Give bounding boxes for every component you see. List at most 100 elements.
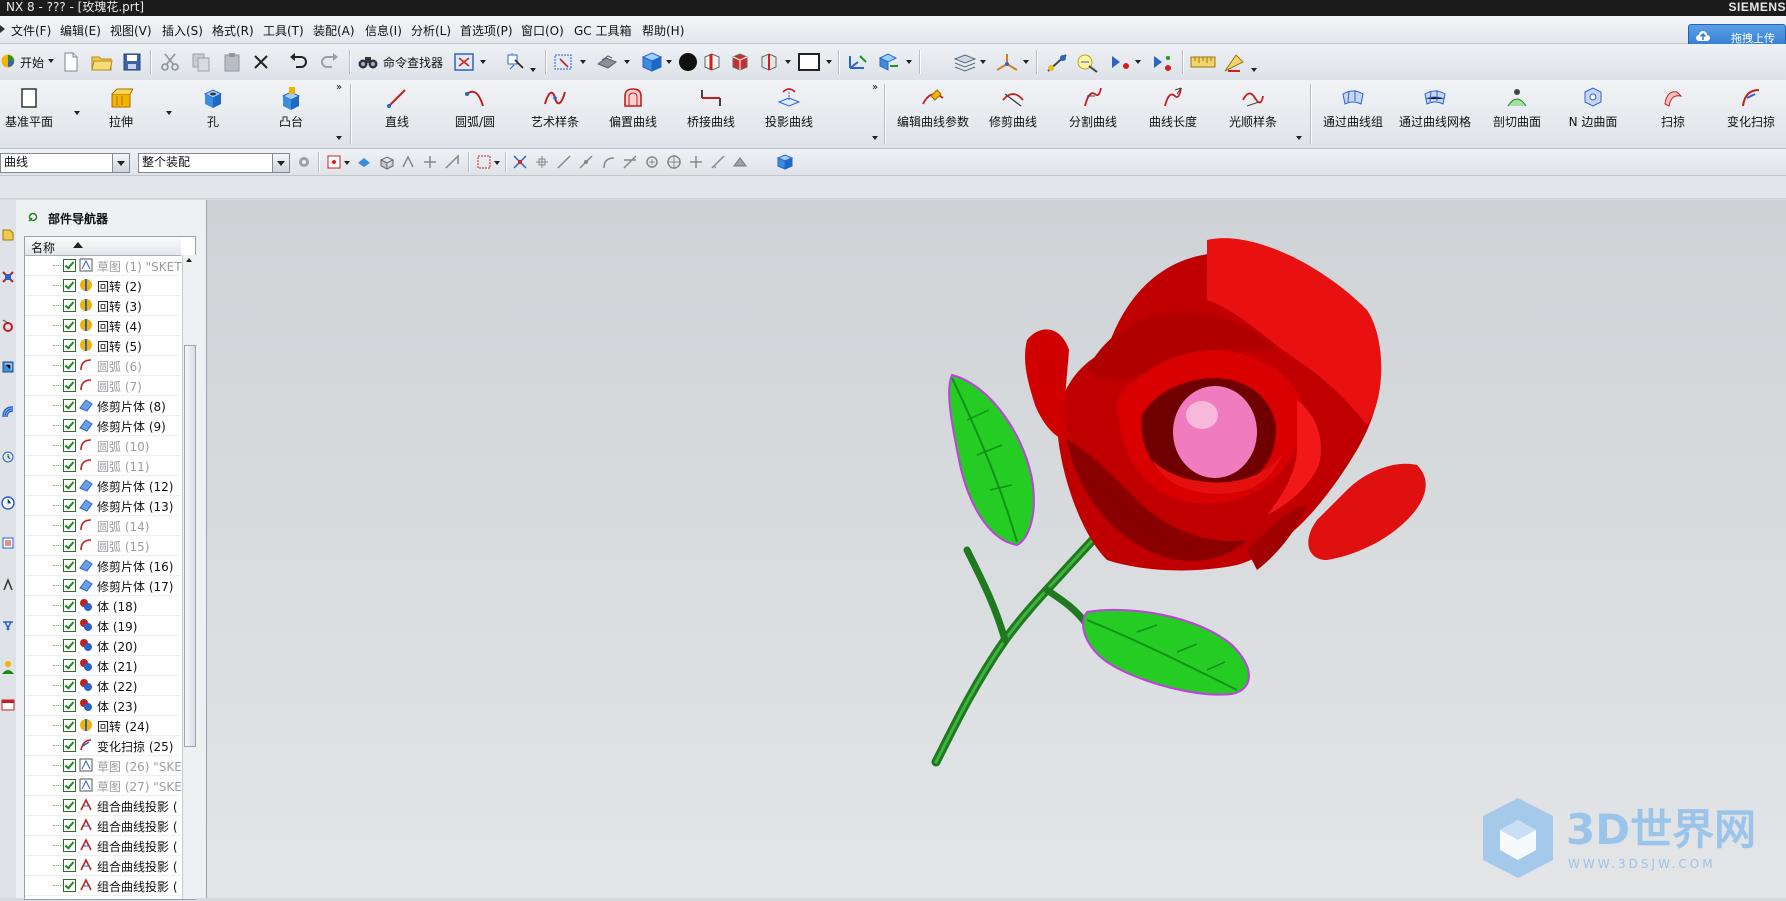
trim-curve-button[interactable]: 修剪曲线: [978, 80, 1048, 148]
menu-preferences[interactable]: 首选项(P): [460, 22, 513, 39]
select-body-icon[interactable]: [400, 154, 416, 170]
tree-row[interactable]: 组合曲线投影 (: [25, 835, 181, 856]
group-dropdown-icon[interactable]: [336, 136, 342, 140]
menu-info[interactable]: 信息(I): [365, 22, 402, 39]
more-curve-icon[interactable]: »: [872, 82, 878, 93]
tree-row[interactable]: 圆弧 (14): [25, 515, 181, 536]
new-file-icon[interactable]: [62, 52, 80, 72]
boss-button[interactable]: 凸台: [262, 80, 320, 148]
tree-row[interactable]: 体 (20): [25, 635, 181, 656]
offset-curve-button[interactable]: 偏置曲线: [598, 80, 668, 148]
view-cube-icon[interactable]: [776, 153, 794, 171]
open-folder-icon[interactable]: [91, 52, 113, 72]
swept-button[interactable]: 扫掠: [1640, 80, 1706, 148]
layer-dropdown-icon[interactable]: [980, 60, 986, 64]
delete-icon[interactable]: [253, 54, 269, 70]
type-filter-select[interactable]: 曲线: [0, 153, 130, 173]
rectangle-select-icon[interactable]: [476, 154, 492, 170]
ruler-icon[interactable]: [1190, 53, 1216, 71]
tree-row[interactable]: 回转 (3): [25, 295, 181, 316]
visibility-checkbox[interactable]: [63, 699, 76, 712]
tree-row[interactable]: 修剪片体 (17): [25, 575, 181, 596]
tree-row[interactable]: 修剪片体 (16): [25, 555, 181, 576]
tree-row[interactable]: 组合曲线投影 (: [25, 855, 181, 876]
tree-row[interactable]: 组合曲线投影 (: [25, 795, 181, 816]
redo-icon[interactable]: [320, 53, 340, 71]
analysis-point-icon[interactable]: [1108, 52, 1132, 74]
divide-curve-button[interactable]: 分割曲线: [1058, 80, 1128, 148]
csys-dropdown-icon[interactable]: [1023, 60, 1029, 64]
layer-settings-icon[interactable]: [953, 52, 977, 74]
tree-row[interactable]: 体 (22): [25, 675, 181, 696]
wcs-icon[interactable]: [846, 52, 870, 72]
snap-dropdown-icon[interactable]: [530, 68, 536, 72]
drafting-dropdown-icon[interactable]: [1251, 68, 1257, 72]
visibility-checkbox[interactable]: [63, 799, 76, 812]
move-dropdown-icon[interactable]: [906, 60, 912, 64]
extrude-button[interactable]: 拉伸: [92, 80, 150, 148]
studio-spline-button[interactable]: 艺术样条: [520, 80, 590, 148]
tree-row[interactable]: 圆弧 (6): [25, 355, 181, 376]
tree-row[interactable]: 修剪片体 (13): [25, 495, 181, 516]
tree-row[interactable]: 组合曲线投影 (: [25, 875, 181, 896]
snap-midpoint-icon[interactable]: [578, 154, 594, 170]
visibility-checkbox[interactable]: [63, 879, 76, 892]
select-edge-icon[interactable]: [444, 154, 460, 170]
system-materials-tab-icon[interactable]: [1, 496, 15, 510]
clip-section-icon[interactable]: [701, 52, 723, 72]
tree-row[interactable]: 修剪片体 (8): [25, 395, 181, 416]
tree-row[interactable]: 回转 (5): [25, 335, 181, 356]
assembly-navigator-tab-icon[interactable]: [1, 270, 15, 284]
select-feature-icon[interactable]: [378, 154, 396, 170]
snap-center-icon[interactable]: [644, 154, 660, 170]
tree-scrollbar[interactable]: [182, 255, 196, 899]
roles-tab-icon[interactable]: [1, 578, 15, 592]
visibility-checkbox[interactable]: [63, 319, 76, 332]
visibility-checkbox[interactable]: [63, 459, 76, 472]
scroll-thumb[interactable]: [184, 345, 196, 747]
measure-angle-icon[interactable]: [1075, 52, 1099, 74]
tree-row[interactable]: 圆弧 (15): [25, 535, 181, 556]
copy-icon[interactable]: [191, 52, 211, 72]
visibility-checkbox[interactable]: [63, 359, 76, 372]
snap-intersection-icon[interactable]: [622, 154, 638, 170]
undo-select-icon[interactable]: [356, 155, 372, 169]
cut-icon[interactable]: [160, 52, 180, 72]
visibility-checkbox[interactable]: [63, 739, 76, 752]
visibility-checkbox[interactable]: [63, 279, 76, 292]
section-view-icon[interactable]: [758, 52, 780, 72]
visibility-checkbox[interactable]: [63, 599, 76, 612]
visibility-checkbox[interactable]: [63, 859, 76, 872]
tree-row[interactable]: 组合曲线投影 (: [25, 815, 181, 836]
snap-on-surface-icon[interactable]: [732, 154, 748, 170]
general-select-icon[interactable]: [326, 154, 342, 170]
tree-row[interactable]: 体 (21): [25, 655, 181, 676]
measure-distance-icon[interactable]: [1045, 52, 1069, 74]
palette-tab-icon[interactable]: [1, 618, 15, 632]
user-tab-icon[interactable]: [1, 660, 15, 674]
shaded-cube-icon[interactable]: [640, 51, 664, 73]
visibility-checkbox[interactable]: [63, 559, 76, 572]
menu-insert[interactable]: 插入(S): [162, 22, 203, 39]
undo-icon[interactable]: [288, 53, 308, 71]
section-surface-button[interactable]: 剖切曲面: [1482, 80, 1552, 148]
color-swatch-icon[interactable]: [797, 52, 821, 72]
fit-view-icon[interactable]: [453, 52, 475, 72]
visibility-checkbox[interactable]: [63, 759, 76, 772]
visibility-checkbox[interactable]: [63, 259, 76, 272]
menu-help[interactable]: 帮助(H): [642, 22, 684, 39]
visibility-checkbox[interactable]: [63, 339, 76, 352]
menu-assembly[interactable]: 装配(A): [313, 22, 355, 39]
n-sided-surface-button[interactable]: N 边曲面: [1558, 80, 1628, 148]
menu-format[interactable]: 格式(R): [212, 22, 254, 39]
visibility-checkbox[interactable]: [63, 819, 76, 832]
tree-row[interactable]: 变化扫掠 (25): [25, 735, 181, 756]
menu-gc-toolbox[interactable]: GC 工具箱: [574, 22, 632, 39]
arc-circle-button[interactable]: 圆弧/圆: [442, 80, 508, 148]
tree-row[interactable]: 修剪片体 (9): [25, 415, 181, 436]
edit-section-icon[interactable]: [729, 52, 751, 72]
reuse-library-tab-icon[interactable]: [1, 360, 15, 374]
visibility-checkbox[interactable]: [63, 679, 76, 692]
visibility-checkbox[interactable]: [63, 379, 76, 392]
web-browser-tab-icon[interactable]: [1, 405, 15, 419]
